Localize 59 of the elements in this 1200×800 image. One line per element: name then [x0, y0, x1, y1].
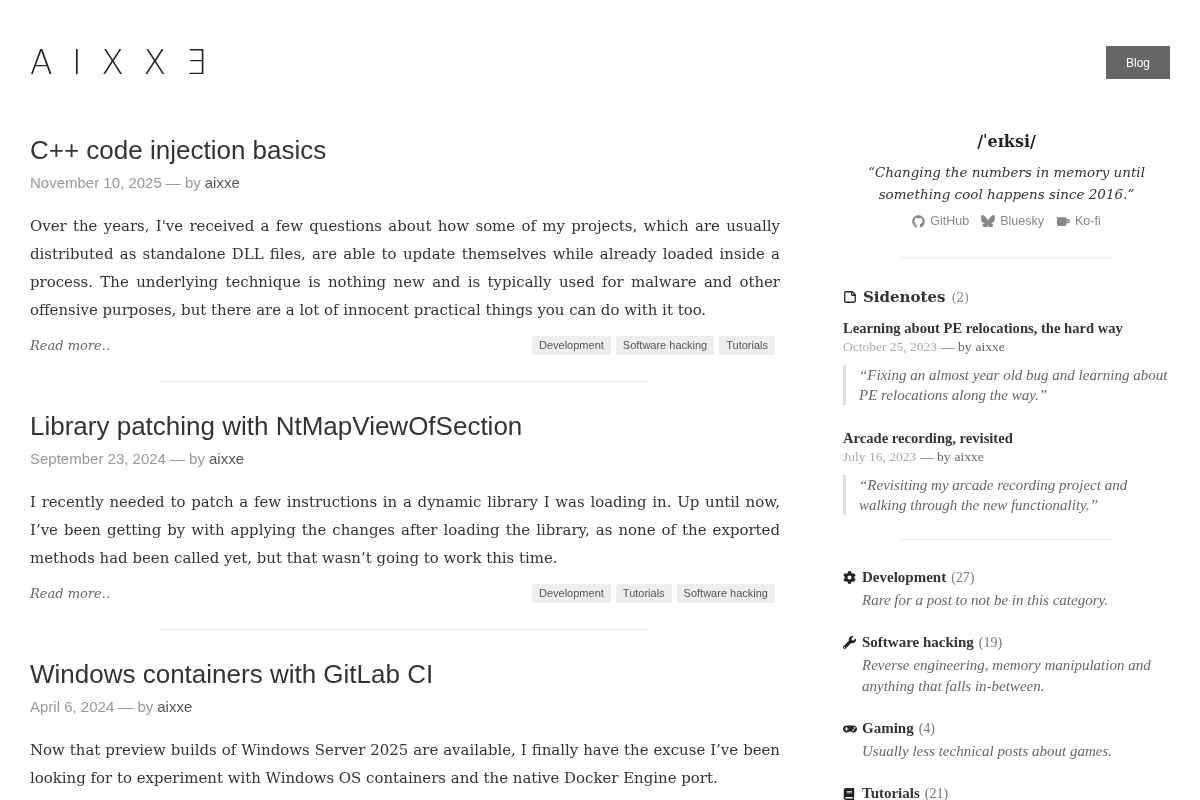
- pronunciation-heading: /ˈeɪksi/: [976, 131, 1037, 153]
- post-date: November 10, 2025: [30, 173, 162, 193]
- post-excerpt: I recently needed to patch a few instructions in a dynamic library I was loading in. Up until now, I’ve been getting by with applying the changes after loading the library, as none of the exported methods had been called yet, but that wasn’t going to work this time.: [30, 492, 780, 569]
- sidenote-summary: “Revisiting my arcade recording project and walking through the new functionality.”: [843, 475, 1170, 515]
- wrench-icon: [843, 636, 856, 649]
- cup-icon: [1056, 215, 1070, 227]
- byline-text: — by: [165, 173, 201, 193]
- category-link[interactable]: Software hacking: [862, 633, 974, 651]
- post-date: April 6, 2024: [30, 697, 115, 717]
- sidenote-title[interactable]: Arcade recording, revisited: [843, 429, 1170, 447]
- octocat-icon: [912, 214, 926, 228]
- gear-icon: [843, 571, 856, 584]
- category-description: Rare for a post to not be in this category.: [862, 591, 1110, 610]
- author-link[interactable]: aixxe: [954, 447, 984, 467]
- byline-text: — by: [169, 449, 205, 469]
- category-count: (4): [918, 720, 935, 738]
- post-date: September 23, 2024: [30, 449, 166, 469]
- author-link[interactable]: aixxe: [204, 172, 240, 194]
- social-link[interactable]: Bluesky: [981, 213, 1044, 229]
- sidenotes-count: (2): [951, 290, 970, 305]
- read-more-link[interactable]: Read more..: [30, 338, 110, 353]
- category-count: (27): [951, 569, 975, 587]
- tag[interactable]: Development: [532, 336, 611, 355]
- author-link[interactable]: aixxe: [157, 696, 193, 718]
- category-link[interactable]: Tutorials: [862, 784, 920, 800]
- note-icon: [843, 290, 857, 304]
- tag[interactable]: Software hacking: [676, 584, 775, 603]
- sidenote-date: October 25, 2023: [843, 338, 938, 356]
- category-description: Usually less technical posts about games.: [862, 742, 1113, 761]
- tag[interactable]: Tutorials: [615, 584, 672, 603]
- blog-button[interactable]: Blog: [1106, 46, 1170, 79]
- post-excerpt: Now that preview builds of Windows Server 2025 are available, I finally have the excuse I’ve been looking for to experiment with Windows OS containers and the native Docker Engine port.: [30, 740, 780, 789]
- tag[interactable]: Development: [532, 584, 611, 603]
- category-description: Reverse engineering, memory manipulation and anything that falls in-between.: [862, 656, 1152, 696]
- category-count: (19): [978, 634, 1003, 652]
- author-link[interactable]: aixxe: [975, 337, 1005, 357]
- byline-text: — by: [920, 448, 951, 466]
- author-link[interactable]: aixxe: [208, 448, 244, 470]
- byline-text: — by: [118, 697, 154, 717]
- post-title[interactable]: C++ code injection basics: [30, 134, 780, 166]
- category-link[interactable]: Development: [862, 568, 947, 586]
- butterfly-icon: [981, 215, 996, 227]
- byline-text: — by: [941, 338, 972, 356]
- sidenotes-heading: Sidenotes: [863, 288, 946, 306]
- sidenote-summary: “Fixing an almost year old bug and learning about PE relocations along the way.”: [843, 365, 1170, 405]
- sidenote-date: July 16, 2023: [843, 448, 917, 466]
- post-title[interactable]: Library patching with NtMapViewOfSection: [30, 410, 780, 442]
- tag[interactable]: Tutorials: [719, 336, 775, 355]
- social-link[interactable]: Ko-fi: [1056, 213, 1101, 229]
- site-logo[interactable]: AIXXƎ: [30, 46, 226, 79]
- tagline-quote: “Changing the numbers in memory until something cool happens since 2016.”: [867, 163, 1146, 204]
- social-link[interactable]: GitHub: [912, 213, 970, 229]
- book-icon: [843, 787, 855, 800]
- read-more-link[interactable]: Read more..: [30, 586, 110, 601]
- category-link[interactable]: Gaming: [862, 719, 914, 737]
- post-title[interactable]: Windows containers with GitLab CI: [30, 658, 780, 690]
- sidenote-title[interactable]: Learning about PE relocations, the hard way: [843, 319, 1170, 337]
- tag[interactable]: Software hacking: [615, 336, 715, 355]
- post-excerpt: Over the years, I've received a few questions about how some of my projects, which are usually distributed as standalone DLL files, are able to update themselves while already loaded inside a process. The underlying technique is nothing new and is typically used for malware and other offensive purposes, but there are a lot of innocent practical things you can do with it too.: [30, 216, 780, 321]
